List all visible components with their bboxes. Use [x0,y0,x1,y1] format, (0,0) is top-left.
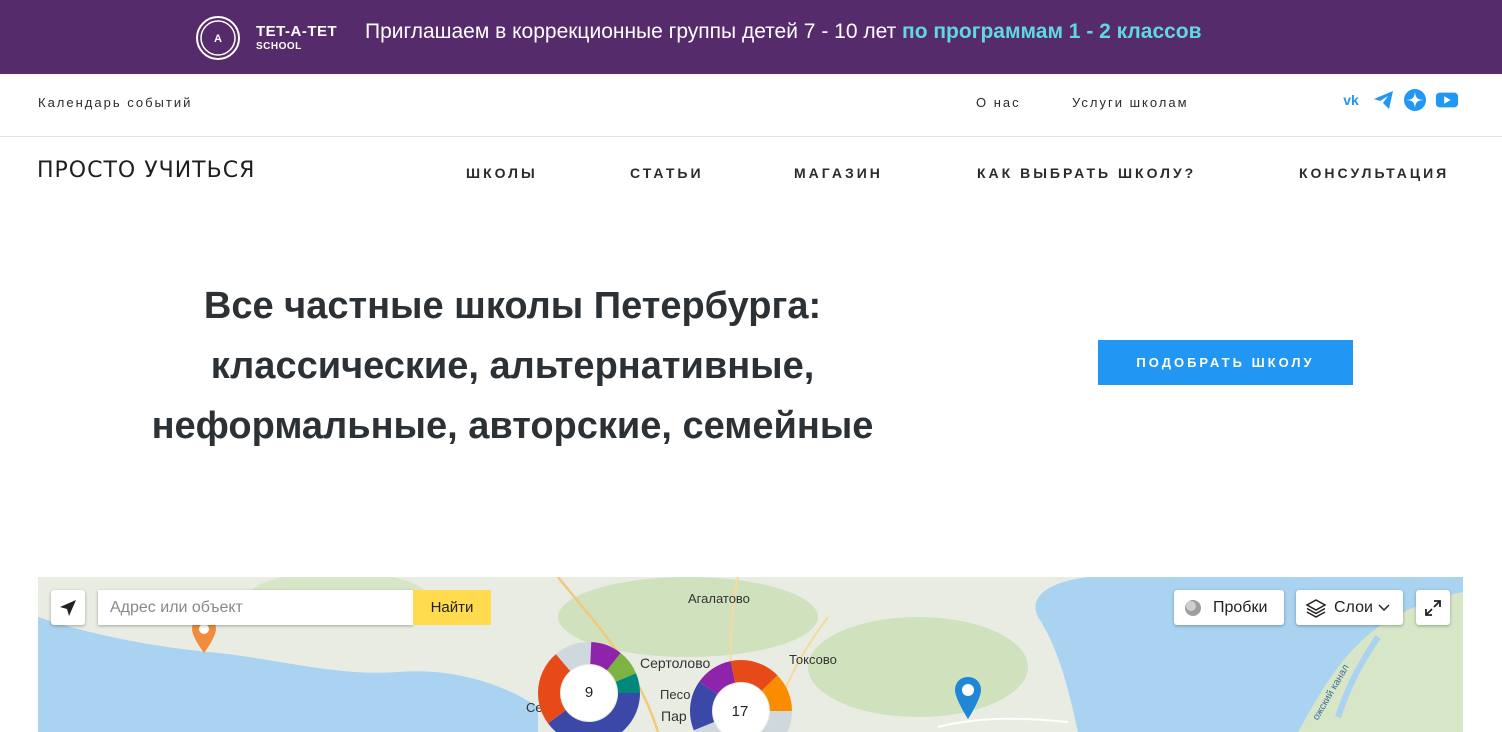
layers-label: Слои [1334,598,1373,616]
nav-consultation[interactable]: КОНСУЛЬТАЦИЯ [1299,165,1449,181]
site-logo[interactable]: ПРОСТО УЧИТЬСЯ [37,158,255,183]
cluster-donut-17[interactable] [690,660,792,732]
hero-title: Все частные школы Петербурга: классическ… [100,276,925,456]
hero-line-2: классические, альтернативные, [210,345,815,387]
cluster-count-17: 17 [731,703,749,720]
geolocation-arrow-icon [60,599,76,616]
svg-text:A: A [214,33,222,45]
geolocation-button[interactable] [51,590,85,625]
hero-line-1: Все частные школы Петербурга: [203,285,822,327]
vk-icon[interactable]: vk [1339,88,1363,112]
promo-brand-sub: SCHOOL [256,41,302,52]
nav-shop[interactable]: МАГАЗИН [794,165,883,181]
svg-text:vk: vk [1343,92,1359,108]
youtube-icon[interactable] [1435,88,1459,112]
top-bar: Календарь событий О нас Услуги школам vk [0,74,1502,137]
traffic-button[interactable]: Пробки [1174,590,1284,625]
find-school-button[interactable]: ПОДОБРАТЬ ШКОЛУ [1098,340,1353,385]
nav-schools[interactable]: ШКОЛЫ [466,165,538,181]
layers-icon [1305,598,1327,618]
place-agalatovo: Агалатово [688,591,750,606]
map-search-box [98,590,413,625]
nav-articles[interactable]: СТАТЬИ [630,165,704,181]
promo-banner[interactable]: A TET-A-TET SCHOOL Приглашаем в коррекци… [0,0,1502,74]
promo-brand-name: TET-A-TET [256,23,338,40]
map-search-input[interactable] [98,590,413,625]
layers-button[interactable]: Слои [1296,590,1403,625]
cluster-count-9: 9 [584,684,594,701]
promo-highlight-text: по программам 1 - 2 классов [902,20,1202,43]
blue-pin-icon[interactable] [952,675,984,723]
promo-brand: TET-A-TET SCHOOL [256,24,337,52]
hero-line-3: неформальные, авторские, семейные [151,405,874,447]
chevron-down-icon [1378,603,1390,611]
fullscreen-button[interactable] [1416,590,1450,625]
map-search-button[interactable]: Найти [413,590,491,625]
school-map[interactable]: Агалатово Сертолово Токсово Песо Пар Се … [38,577,1463,732]
calendar-link[interactable]: Календарь событий [38,95,192,110]
zen-icon[interactable] [1403,88,1427,112]
expand-icon [1425,599,1441,616]
place-par: Пар [661,708,687,724]
promo-main-text: Приглашаем в коррекционные группы детей … [365,20,903,43]
traffic-label: Пробки [1213,598,1268,616]
place-peso: Песо [660,687,691,702]
services-link[interactable]: Услуги школам [1072,95,1189,110]
place-toksovo: Токсово [789,652,837,667]
about-link[interactable]: О нас [976,95,1021,110]
traffic-light-icon [1185,599,1201,616]
tet-a-tet-logo-icon: A [196,16,240,60]
promo-text: Приглашаем в коррекционные группы детей … [365,20,1202,44]
nav-how-to-choose[interactable]: КАК ВЫБРАТЬ ШКОЛУ? [977,165,1196,181]
telegram-icon[interactable] [1372,88,1396,112]
